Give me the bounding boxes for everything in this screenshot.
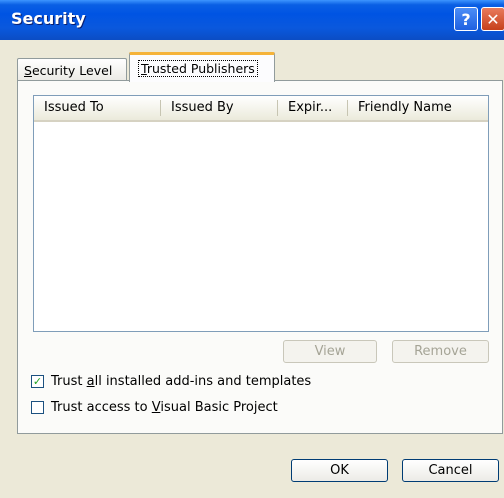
security-dialog: Security ? ✕ Security Level Trusted Publ… [0, 0, 504, 498]
tab-security-level[interactable]: Security Level [17, 58, 127, 80]
trust-vba-option[interactable]: Trust access to Visual Basic Project [31, 400, 278, 415]
ok-button[interactable]: OK [291, 459, 388, 482]
view-button[interactable]: View [283, 340, 377, 363]
column-header-friendly-name[interactable]: Friendly Name [348, 96, 488, 120]
tab-trusted-publishers[interactable]: Trusted Publishers [129, 52, 275, 82]
trust-add-ins-option[interactable]: ✓ Trust all installed add-ins and templa… [31, 374, 311, 389]
remove-button[interactable]: Remove [392, 340, 489, 363]
close-button[interactable]: ✕ [481, 7, 504, 31]
list-header: Issued To Issued By Expir... Friendly Na… [34, 96, 488, 122]
column-header-issued-to[interactable]: Issued To [34, 96, 160, 120]
title-bar[interactable]: Security ? ✕ [0, 0, 504, 40]
tab-trusted-publishers-label: rusted Publishers [146, 61, 255, 76]
tab-trusted-publishers-label-box: Trusted Publishers [138, 60, 258, 77]
cancel-button[interactable]: Cancel [402, 459, 499, 482]
close-icon: ✕ [486, 9, 500, 29]
tab-security-level-mnemonic: S [24, 63, 32, 78]
help-icon: ? [461, 9, 471, 29]
column-header-issued-by[interactable]: Issued By [161, 96, 277, 120]
checkmark-icon: ✓ [32, 375, 43, 388]
column-header-expiration[interactable]: Expir... [278, 96, 347, 120]
trust-vba-checkbox[interactable] [31, 401, 44, 414]
trust-add-ins-checkbox[interactable]: ✓ [31, 375, 44, 388]
publishers-list[interactable]: Issued To Issued By Expir... Friendly Na… [33, 95, 489, 332]
trust-add-ins-label[interactable]: Trust all installed add-ins and template… [51, 374, 311, 389]
help-button[interactable]: ? [454, 7, 478, 31]
window-title: Security [11, 9, 86, 28]
trust-vba-label[interactable]: Trust access to Visual Basic Project [51, 400, 278, 415]
tab-security-level-label: ecurity Level [31, 63, 113, 78]
